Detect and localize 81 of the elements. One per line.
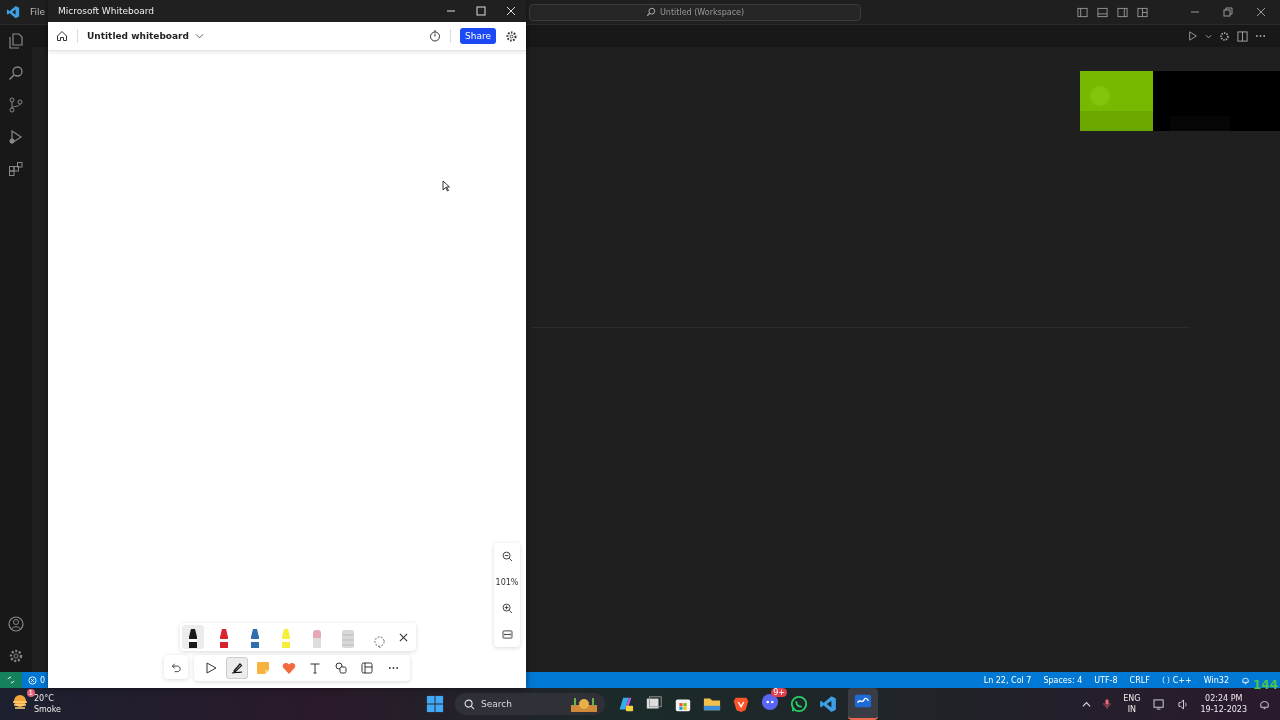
text-icon xyxy=(309,662,321,674)
search-icon[interactable] xyxy=(8,65,24,81)
heart-icon xyxy=(282,661,296,675)
share-button[interactable]: Share xyxy=(460,28,496,44)
layout-icon[interactable] xyxy=(1137,6,1148,18)
more-icon[interactable] xyxy=(1255,34,1266,38)
shapes-icon xyxy=(335,662,347,674)
braces-icon xyxy=(1161,676,1170,684)
template-icon xyxy=(361,662,373,674)
status-item[interactable]: UTF-8 xyxy=(1094,675,1118,685)
clock[interactable]: 02:24 PM 19-12-2023 xyxy=(1200,693,1247,715)
pen-icon xyxy=(231,662,243,674)
start-icon[interactable] xyxy=(426,695,445,713)
code-editor-logo-icon[interactable] xyxy=(819,695,838,713)
microphone-icon[interactable] xyxy=(1103,698,1112,710)
remote-icon xyxy=(7,676,15,684)
sun-haze-icon xyxy=(10,692,30,712)
extensions-icon[interactable] xyxy=(8,161,24,177)
lasso-icon xyxy=(372,636,386,649)
run-icon[interactable] xyxy=(1188,31,1198,41)
status-item[interactable]: CRLF xyxy=(1129,675,1150,685)
menu-item[interactable]: File xyxy=(30,7,46,17)
bell-icon[interactable] xyxy=(1259,698,1270,710)
fit-to-screen-icon[interactable] xyxy=(501,630,513,639)
weather-condition: Smoke xyxy=(34,704,62,715)
caret-icon[interactable] xyxy=(1205,32,1212,40)
search-icon xyxy=(646,7,656,17)
layout-icon[interactable] xyxy=(1077,6,1088,18)
layout-icon[interactable] xyxy=(1117,6,1128,18)
code-editor-logo-icon xyxy=(6,5,20,19)
eraser-icon xyxy=(310,627,324,649)
mouse-cursor-icon xyxy=(442,180,450,192)
settings-icon[interactable] xyxy=(8,648,24,664)
zoom-in-icon[interactable] xyxy=(501,603,513,614)
chevron-up-icon[interactable] xyxy=(1082,699,1092,709)
search-field[interactable]: Search xyxy=(455,693,606,715)
speaker-icon[interactable] xyxy=(1177,698,1189,710)
whiteboard-icon xyxy=(854,692,873,710)
settings-icon[interactable] xyxy=(505,29,518,43)
zoom-out-icon[interactable] xyxy=(501,551,513,562)
ruler-icon xyxy=(340,627,356,649)
zoom-level: 101% xyxy=(495,578,519,587)
maximize-icon[interactable] xyxy=(476,6,486,16)
branch-icon[interactable] xyxy=(8,97,24,113)
error-icon xyxy=(28,675,37,685)
run-debug-icon[interactable] xyxy=(8,129,24,145)
close-icon[interactable] xyxy=(399,632,408,642)
close-icon[interactable] xyxy=(1256,7,1266,17)
more-icon xyxy=(387,666,399,670)
home-icon[interactable] xyxy=(56,30,68,42)
sticky-note-icon xyxy=(256,661,270,675)
split-editor-icon[interactable] xyxy=(1237,30,1248,42)
language-indicator[interactable]: ENG IN xyxy=(1123,693,1141,715)
phone-bubble-icon[interactable] xyxy=(790,695,809,713)
status-item[interactable]: C++ xyxy=(1161,675,1192,685)
pen-tool[interactable] xyxy=(226,657,248,679)
pen-tool[interactable] xyxy=(182,625,204,649)
search-icon xyxy=(464,698,476,710)
window-title: Microsoft Whiteboard xyxy=(58,6,154,16)
undo-button[interactable] xyxy=(164,655,188,679)
problems-indicator[interactable]: 0 xyxy=(22,675,52,685)
command-center[interactable]: Untitled (Workspace) xyxy=(529,3,862,21)
files-icon[interactable] xyxy=(8,33,24,49)
chat-bubble-icon[interactable] xyxy=(761,693,780,711)
pointer-icon xyxy=(205,662,217,674)
status-item[interactable]: Win32 xyxy=(1203,675,1229,685)
timer-icon[interactable] xyxy=(429,30,441,42)
status-item[interactable]: Spaces: 4 xyxy=(1043,675,1083,685)
status-item[interactable]: Ln 22, Col 7 xyxy=(983,675,1032,685)
network-icon[interactable] xyxy=(1152,698,1166,710)
account-icon[interactable] xyxy=(8,616,24,632)
undo-icon xyxy=(170,661,182,673)
bell-icon[interactable] xyxy=(1241,675,1250,685)
layout-icon[interactable] xyxy=(1097,6,1108,18)
settings-icon[interactable] xyxy=(1219,30,1230,42)
taskbar-app[interactable] xyxy=(848,688,879,720)
restore-icon[interactable] xyxy=(1223,7,1233,17)
caret-icon xyxy=(194,33,204,39)
temperature: 20°C xyxy=(34,693,55,704)
board-title-dropdown[interactable]: Untitled whiteboard xyxy=(87,31,204,41)
notification-badge: 9+ xyxy=(771,688,788,697)
